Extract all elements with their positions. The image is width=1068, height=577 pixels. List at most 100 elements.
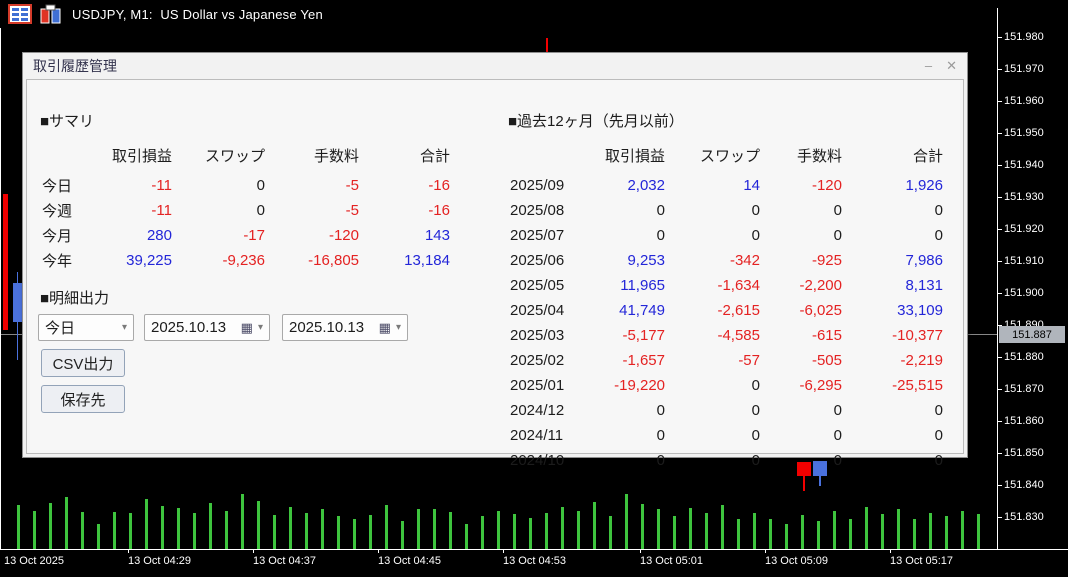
volume-bar <box>609 516 612 549</box>
close-icon[interactable]: ✕ <box>946 58 957 74</box>
history-row: 2024/10 0 0 0 0 <box>510 448 943 473</box>
volume-bar <box>961 511 964 549</box>
time-axis[interactable]: 13 Oct 2025 13 Oct 04:29 13 Oct 04:37 13 Oc… <box>0 549 1068 577</box>
price-label: 151.910 <box>997 254 1044 268</box>
volume-bar <box>929 513 932 549</box>
time-tick <box>765 549 766 553</box>
summary-row-label: 今年 <box>42 253 73 270</box>
price-tick <box>997 484 1002 486</box>
price-label: 151.850 <box>997 446 1044 460</box>
summary-cell: -16 <box>428 202 450 219</box>
history-col-header: 取引損益 <box>604 148 665 165</box>
volume-bar <box>417 509 420 549</box>
summary-cell: -17 <box>243 227 265 244</box>
history-row-label: 2025/01 <box>510 377 565 394</box>
time-label: 13 Oct 05:17 <box>890 555 953 567</box>
summary-col-header: 取引損益 <box>111 148 172 165</box>
price-tick <box>997 292 1002 294</box>
history-cell: 0 <box>751 452 760 469</box>
volume-bar <box>689 508 692 549</box>
price-label: 151.900 <box>997 286 1044 300</box>
volume-bar <box>817 521 820 549</box>
period-select[interactable]: 今日 ▾ <box>38 314 134 341</box>
time-label: 13 Oct 04:45 <box>378 555 441 567</box>
trade-history-dialog: 取引履歴管理 – ✕ ■サマリ 取引損益 スワップ 手数料 合計 今日 -11 0 -5 -16… <box>22 52 968 469</box>
dialog-title-bar[interactable]: 取引履歴管理 – ✕ <box>23 53 967 79</box>
history-row-label: 2025/02 <box>510 352 565 369</box>
volume-bar <box>353 519 356 549</box>
period-select-value: 今日 <box>45 320 76 337</box>
history-col-header: 合計 <box>912 148 943 165</box>
volume-bar <box>721 505 724 549</box>
history-cell: 0 <box>934 427 943 444</box>
time-label: 13 Oct 05:01 <box>640 555 703 567</box>
price-label-text: 151.910 <box>1004 255 1044 267</box>
volume-bar <box>897 509 900 549</box>
csv-export-button[interactable]: CSV出力 <box>41 349 125 377</box>
quotes-icon[interactable] <box>8 4 32 24</box>
volume-bar <box>241 494 244 549</box>
history-cell: -57 <box>738 352 760 369</box>
chart-left-border <box>0 28 1 549</box>
export-heading: ■明細出力 <box>40 290 110 307</box>
volume-bar <box>305 513 308 549</box>
history-col-header: 手数料 <box>796 148 842 165</box>
current-price-value: 151.887 <box>1012 328 1052 341</box>
chart-title-bar: USDJPY, M1: US Dollar vs Japanese Yen <box>0 0 1068 28</box>
wick-blue-bottom <box>819 476 821 486</box>
volume-bar <box>81 512 84 549</box>
save-destination-button[interactable]: 保存先 <box>41 385 125 413</box>
charts-icon[interactable] <box>40 4 64 24</box>
price-label: 151.980 <box>997 30 1044 44</box>
history-cell: -925 <box>811 252 842 269</box>
summary-cell: 0 <box>256 202 265 219</box>
history-heading: ■過去12ヶ月（先月以前） <box>508 113 684 130</box>
history-cell: 0 <box>751 402 760 419</box>
chevron-down-icon: ▾ <box>257 322 263 333</box>
history-cell: -1,657 <box>622 352 665 369</box>
summary-col-header: スワップ <box>204 148 265 165</box>
price-label-text: 151.920 <box>1004 223 1044 235</box>
volume-bar <box>849 519 852 549</box>
date-to-picker[interactable]: 2025.10.13 ▦ ▾ <box>282 314 408 341</box>
volume-bar <box>945 516 948 549</box>
time-tick <box>128 549 129 553</box>
history-cell: 9,253 <box>627 252 665 269</box>
history-cell: 0 <box>751 427 760 444</box>
history-cell: 41,749 <box>619 302 665 319</box>
volume-bar <box>161 506 164 549</box>
price-axis[interactable]: 151.980 151.970 151.960 151.950 151.940 151.9… <box>997 0 1068 549</box>
price-label: 151.840 <box>997 478 1044 492</box>
history-cell: 0 <box>656 227 665 244</box>
summary-heading: ■サマリ <box>40 113 95 130</box>
price-label-text: 151.970 <box>1004 63 1044 75</box>
time-tick <box>253 549 254 553</box>
summary-row-label: 今日 <box>42 178 73 195</box>
price-tick <box>997 196 1002 198</box>
price-tick <box>997 356 1002 358</box>
chart-title: USDJPY, M1: US Dollar vs Japanese Yen <box>72 6 323 22</box>
volume-bar <box>513 514 516 549</box>
summary-row: 今年 39,225 -9,236 -16,805 13,184 <box>42 248 450 273</box>
history-header-row: 取引損益 スワップ 手数料 合計 <box>510 143 943 168</box>
calendar-icon: ▦ <box>240 319 253 335</box>
price-tick <box>997 164 1002 166</box>
date-from-picker[interactable]: 2025.10.13 ▦ ▾ <box>144 314 270 341</box>
history-cell: 0 <box>833 202 842 219</box>
history-cell: 11,965 <box>620 277 665 294</box>
price-label-text: 151.960 <box>1004 95 1044 107</box>
price-tick <box>997 228 1002 230</box>
price-label: 151.920 <box>997 222 1044 236</box>
minimize-icon[interactable]: – <box>925 58 932 74</box>
volume-bar <box>577 511 580 549</box>
volume-bar <box>593 502 596 549</box>
history-cell: 0 <box>656 427 665 444</box>
price-tick <box>997 516 1002 518</box>
history-cell: -19,220 <box>614 377 665 394</box>
price-label: 151.880 <box>997 350 1044 364</box>
volume-bar <box>833 511 836 549</box>
volume-bar <box>65 497 68 549</box>
volume-bar <box>289 507 292 549</box>
volume-bar <box>465 524 468 549</box>
history-cell: 1,926 <box>905 177 943 194</box>
